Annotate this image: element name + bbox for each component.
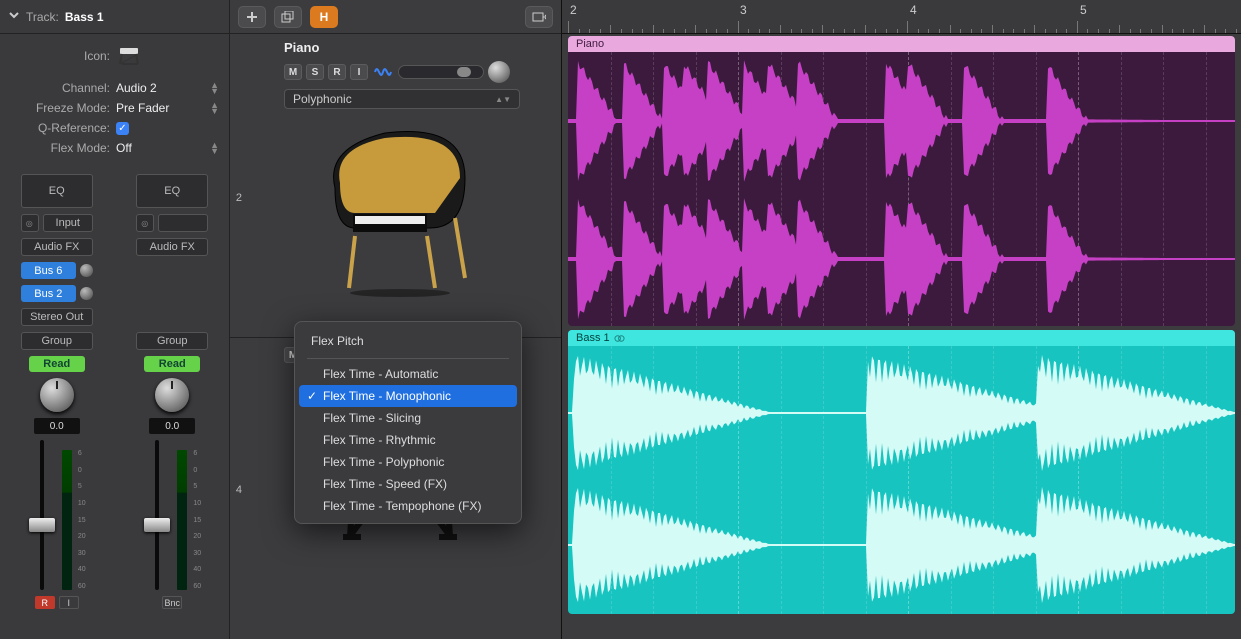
fader-scale: 605101520304060	[193, 450, 201, 590]
arrange-area[interactable]: 2 3 4 5 Piano Bass 1	[562, 0, 1241, 639]
flex-mode-dropdown[interactable]: Polyphonic ▲▼	[284, 89, 520, 109]
region-label: Piano	[568, 36, 1235, 52]
updown-icon: ▲▼	[210, 142, 219, 154]
track-headers-column: H Piano M S R I Polyphonic ▲▼	[229, 0, 562, 639]
waveform-icon	[568, 56, 1235, 186]
input-slot[interactable]: Input	[43, 214, 93, 232]
updown-icon: ▲▼	[210, 102, 219, 114]
flex-mode-menu: Flex Pitch Flex Time - AutomaticFlex Tim…	[294, 321, 522, 524]
send-bus2[interactable]: Bus 2	[21, 285, 76, 302]
catch-button[interactable]	[525, 6, 553, 28]
level-meter	[177, 450, 187, 590]
menu-item[interactable]: Flex Time - Slicing	[299, 407, 517, 429]
menu-item[interactable]: Flex Time - Speed (FX)	[299, 473, 517, 495]
updown-icon: ▲▼	[210, 82, 219, 94]
track-number: 4	[230, 484, 242, 496]
fader-meter: 605101520304060	[143, 440, 201, 590]
record-enable[interactable]: R	[35, 596, 55, 609]
track-name[interactable]: Piano	[284, 40, 555, 55]
input-monitor[interactable]: I	[59, 596, 79, 609]
track-header-piano[interactable]: Piano M S R I Polyphonic ▲▼	[230, 34, 561, 338]
duplicate-track-button[interactable]	[274, 6, 302, 28]
channel-row[interactable]: Channel: Audio 2▲▼	[0, 78, 229, 98]
icon-row-label: Icon:	[10, 49, 110, 63]
inspector-header[interactable]: Track: Bass 1	[0, 0, 229, 34]
bounce-button[interactable]: Bnc	[162, 596, 182, 609]
volume-fader[interactable]	[28, 440, 56, 590]
pan-knob[interactable]	[40, 378, 74, 412]
input-slot[interactable]	[158, 214, 208, 232]
freeze-value: Pre Fader	[116, 101, 169, 115]
pan-mini-knob[interactable]	[488, 61, 510, 83]
tracks-toolbar: H	[230, 0, 561, 34]
bar-label: 4	[910, 3, 917, 17]
menu-item[interactable]: Flex Time - Rhythmic	[299, 429, 517, 451]
region-label: Bass 1	[568, 330, 1235, 346]
q-reference-checkbox[interactable]: ✓	[116, 122, 129, 135]
add-track-button[interactable]	[238, 6, 266, 28]
track-header-name: Bass 1	[65, 10, 104, 24]
eq-slot[interactable]: EQ	[136, 174, 208, 208]
flex-mode-row[interactable]: Flex Mode: Off▲▼	[0, 138, 229, 158]
channel-value: Audio 2	[116, 81, 157, 95]
bar-label: 5	[1080, 3, 1087, 17]
waveform-icon	[568, 350, 1235, 476]
menu-title[interactable]: Flex Pitch	[299, 328, 517, 354]
send-knob[interactable]	[80, 264, 93, 277]
stereo-icon[interactable]: ◎	[136, 214, 154, 232]
group-slot[interactable]: Group	[136, 332, 208, 350]
track-instrument-image	[244, 109, 555, 307]
output-slot[interactable]: Stereo Out	[21, 308, 93, 326]
audiofx-slot[interactable]: Audio FX	[21, 238, 93, 256]
inspector-panel: Track: Bass 1 Icon: Channel: Audio 2▲▼ F…	[0, 0, 229, 639]
track-icon[interactable]	[116, 42, 142, 71]
waveform-icon	[568, 194, 1235, 324]
stereo-link-icon	[614, 333, 625, 344]
eq-slot[interactable]: EQ	[21, 174, 93, 208]
flex-icon[interactable]	[372, 64, 394, 80]
group-slot[interactable]: Group	[21, 332, 93, 350]
region-piano[interactable]: Piano	[568, 36, 1235, 326]
menu-item[interactable]: Flex Time - Tempophone (FX)	[299, 495, 517, 517]
pan-knob[interactable]	[155, 378, 189, 412]
freeze-mode-row[interactable]: Freeze Mode: Pre Fader▲▼	[0, 98, 229, 118]
pan-value[interactable]: 0.0	[149, 418, 195, 434]
track-header-label: Track:	[26, 10, 59, 24]
timeline-ruler[interactable]: 2 3 4 5	[562, 0, 1241, 34]
audiofx-slot[interactable]: Audio FX	[136, 238, 208, 256]
fader-meter: 605101520304060	[28, 440, 86, 590]
solo-button[interactable]: S	[306, 64, 324, 80]
q-reference-row: Q-Reference: ✓	[0, 118, 229, 138]
send-knob[interactable]	[80, 287, 93, 300]
automation-mode[interactable]: Read	[29, 356, 85, 372]
updown-icon: ▲▼	[495, 95, 511, 104]
menu-item[interactable]: Flex Time - Monophonic	[299, 385, 517, 407]
stereo-icon[interactable]: ◎	[21, 214, 39, 232]
input-mon-button[interactable]: I	[350, 64, 368, 80]
channel-strip-secondary: EQ ◎ Audio FX Group Read 0.0 6051015203	[116, 174, 230, 639]
bar-label: 3	[740, 3, 747, 17]
bar-label: 2	[570, 3, 577, 17]
menu-item[interactable]: Flex Time - Polyphonic	[299, 451, 517, 473]
mute-button[interactable]: M	[284, 64, 302, 80]
fader-scale: 605101520304060	[78, 450, 86, 590]
track-number: 2	[230, 192, 242, 204]
chevron-down-icon[interactable]	[8, 9, 20, 24]
automation-mode[interactable]: Read	[144, 356, 200, 372]
flex-mode-value: Off	[116, 141, 132, 155]
hide-button[interactable]: H	[310, 6, 338, 28]
waveform-icon	[568, 482, 1235, 608]
channel-strip-primary: EQ ◎ Input Audio FX Bus 6 Bus 2 Stereo O…	[0, 174, 114, 639]
menu-item[interactable]: Flex Time - Automatic	[299, 363, 517, 385]
region-bass[interactable]: Bass 1	[568, 330, 1235, 614]
record-button[interactable]: R	[328, 64, 346, 80]
pan-value[interactable]: 0.0	[34, 418, 80, 434]
send-bus6[interactable]: Bus 6	[21, 262, 76, 279]
volume-slider[interactable]	[398, 65, 484, 79]
volume-fader[interactable]	[143, 440, 171, 590]
flex-mode-dropdown-value: Polyphonic	[293, 92, 352, 106]
level-meter	[62, 450, 72, 590]
